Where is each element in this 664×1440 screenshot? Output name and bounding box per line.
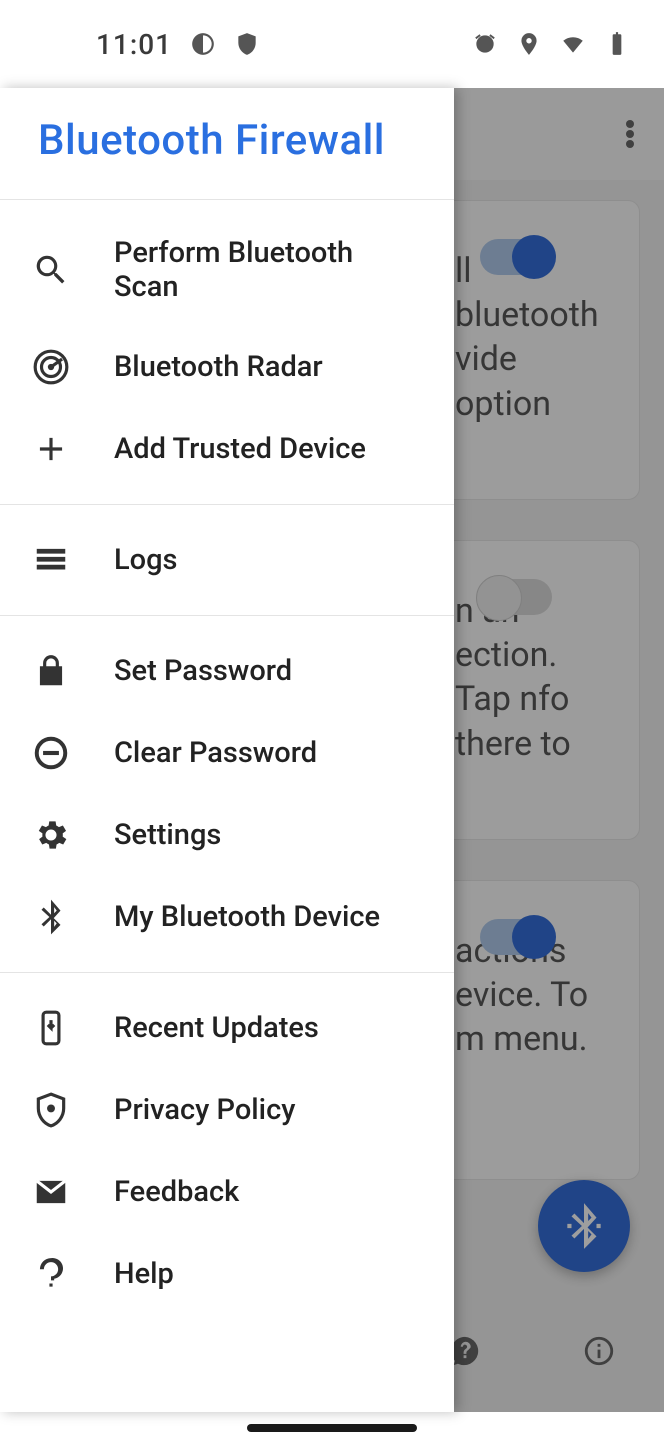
phone-update-icon bbox=[32, 1009, 70, 1047]
battery-icon bbox=[604, 31, 630, 57]
privacy-shield-icon bbox=[32, 1091, 70, 1129]
drawer-section: Recent Updates Privacy Policy Feedback H… bbox=[0, 973, 454, 1329]
logs-icon bbox=[32, 541, 70, 579]
drawer-item-help[interactable]: Help bbox=[0, 1233, 454, 1315]
alarm-icon bbox=[472, 31, 498, 57]
drawer-item-logs[interactable]: Logs bbox=[0, 519, 454, 601]
status-time: 11:01 bbox=[96, 28, 172, 61]
drawer-item-label: Help bbox=[114, 1257, 174, 1291]
drawer-item-label: Recent Updates bbox=[114, 1011, 319, 1045]
shield-icon bbox=[234, 31, 260, 57]
drawer-item-label: Clear Password bbox=[114, 736, 317, 770]
lock-icon bbox=[32, 652, 70, 690]
drawer-item-settings[interactable]: Settings bbox=[0, 794, 454, 876]
wifi-icon bbox=[560, 31, 586, 57]
drawer-item-clear-password[interactable]: Clear Password bbox=[0, 712, 454, 794]
mail-icon bbox=[32, 1173, 70, 1211]
drawer-item-label: Bluetooth Radar bbox=[114, 350, 323, 384]
drawer-item-label: Feedback bbox=[114, 1175, 239, 1209]
drawer-item-recent-updates[interactable]: Recent Updates bbox=[0, 987, 454, 1069]
plus-icon bbox=[32, 430, 70, 468]
status-bar: 11:01 bbox=[0, 0, 664, 88]
drawer-item-label: My Bluetooth Device bbox=[114, 900, 380, 934]
half-circle-icon bbox=[190, 31, 216, 57]
drawer-item-set-password[interactable]: Set Password bbox=[0, 630, 454, 712]
drawer-item-privacy-policy[interactable]: Privacy Policy bbox=[0, 1069, 454, 1151]
clear-circle-icon bbox=[32, 734, 70, 772]
gear-icon bbox=[32, 816, 70, 854]
location-icon bbox=[516, 31, 542, 57]
drawer-item-my-bluetooth-device[interactable]: My Bluetooth Device bbox=[0, 876, 454, 958]
drawer-item-bluetooth-radar[interactable]: Bluetooth Radar bbox=[0, 326, 454, 408]
gesture-bar bbox=[247, 1424, 417, 1432]
drawer-section: Set Password Clear Password Settings My … bbox=[0, 616, 454, 973]
navigation-drawer: Bluetooth Firewall Perform Bluetooth Sca… bbox=[0, 88, 454, 1412]
help-question-icon bbox=[32, 1255, 70, 1293]
drawer-item-label: Settings bbox=[114, 818, 221, 852]
drawer-header: Bluetooth Firewall bbox=[0, 88, 454, 200]
drawer-title: Bluetooth Firewall bbox=[38, 116, 416, 165]
drawer-item-label: Add Trusted Device bbox=[114, 432, 366, 466]
drawer-item-add-trusted-device[interactable]: Add Trusted Device bbox=[0, 408, 454, 490]
drawer-item-perform-scan[interactable]: Perform Bluetooth Scan bbox=[0, 214, 454, 326]
drawer-item-feedback[interactable]: Feedback bbox=[0, 1151, 454, 1233]
bluetooth-icon bbox=[32, 898, 70, 936]
drawer-item-label: Privacy Policy bbox=[114, 1093, 295, 1127]
drawer-item-label: Perform Bluetooth Scan bbox=[114, 236, 422, 304]
search-icon bbox=[32, 251, 70, 289]
drawer-item-label: Logs bbox=[114, 543, 177, 577]
drawer-section: Logs bbox=[0, 505, 454, 616]
drawer-section: Perform Bluetooth Scan Bluetooth Radar A… bbox=[0, 200, 454, 505]
radar-icon bbox=[32, 348, 70, 386]
drawer-item-label: Set Password bbox=[114, 654, 292, 688]
